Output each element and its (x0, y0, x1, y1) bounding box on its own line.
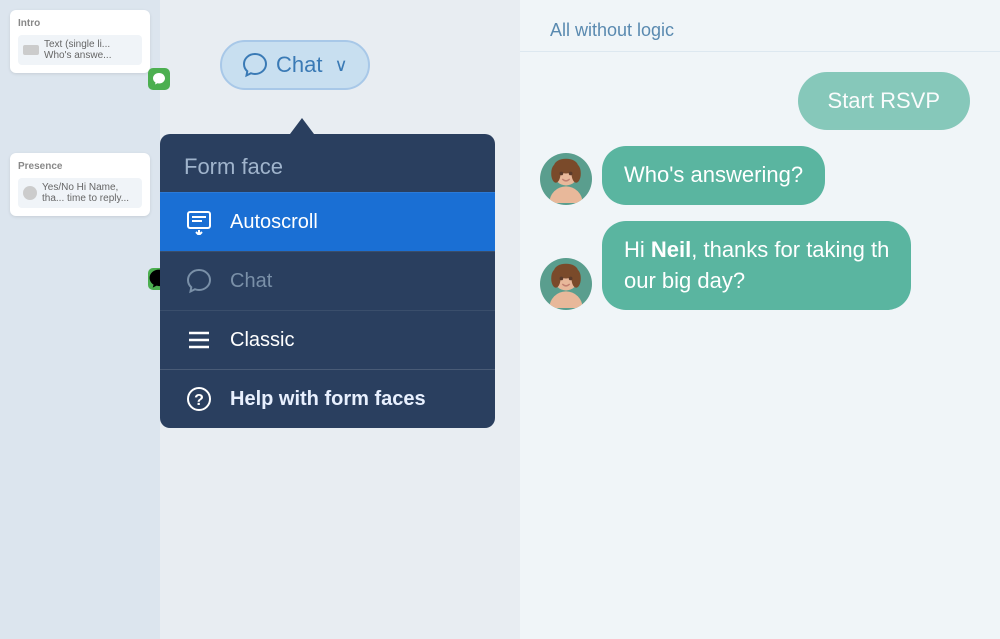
autoscroll-svg (186, 209, 212, 235)
chat-trigger-button[interactable]: Chat ∨ (220, 40, 370, 90)
form-card-intro: Intro Text (single li... Who's answe... (10, 10, 150, 73)
help-icon: ? (184, 384, 214, 414)
card-row-icon-presence (23, 186, 37, 200)
chat-header: All without logic (520, 0, 1000, 52)
card-row-presence: Yes/No Hi Name, tha... time to reply... (18, 178, 142, 208)
chat-trigger-label: Chat (276, 52, 322, 78)
dropdown-item-chat[interactable]: Chat (160, 251, 495, 310)
chat-message-1: Who's answering? (540, 146, 980, 205)
neil-text: Neil (651, 237, 691, 262)
chat-messages: Start RSVP (520, 52, 1000, 639)
autoscroll-icon (184, 207, 214, 237)
help-label: Help with form faces (230, 388, 426, 411)
card-row-icon-intro (23, 45, 39, 55)
dropdown-item-help[interactable]: ? Help with form faces (160, 369, 495, 428)
classic-icon (184, 325, 214, 355)
start-rsvp-button[interactable]: Start RSVP (798, 72, 970, 130)
dropdown-title: Form face (160, 134, 495, 192)
chat-area: All without logic Start RSVP (520, 0, 1000, 639)
chat-bubble-2: Hi Neil, thanks for taking thour big day… (602, 221, 911, 311)
card-row-text-intro: Text (single li... Who's answe... (44, 39, 137, 61)
avatar-1 (540, 153, 592, 205)
card-title-presence: Presence (18, 161, 142, 172)
card-row-text-presence: Yes/No Hi Name, tha... time to reply... (42, 182, 137, 204)
chat-trigger-chevron: ∨ (334, 55, 347, 76)
chat-menu-icon (184, 266, 214, 296)
avatar-2 (540, 258, 592, 310)
classic-label: Classic (230, 329, 294, 352)
chat-menu-svg (186, 268, 212, 294)
avatar-2-svg (542, 260, 590, 308)
classic-svg (186, 327, 212, 353)
chat-bubble-1: Who's answering? (602, 146, 825, 205)
chat-menu-label: Chat (230, 270, 272, 293)
card-row-intro: Text (single li... Who's answe... (18, 35, 142, 65)
card-title-intro: Intro (18, 18, 142, 29)
help-svg: ? (186, 386, 212, 412)
chat-message-2: Hi Neil, thanks for taking thour big day… (540, 221, 980, 311)
chat-node-icon-top (152, 72, 166, 86)
dropdown-menu: Form face Autoscroll Chat (160, 134, 495, 428)
dropdown-item-classic[interactable]: Classic (160, 310, 495, 369)
green-node-top[interactable] (148, 68, 170, 90)
chat-trigger-icon (242, 52, 268, 78)
autoscroll-label: Autoscroll (230, 211, 318, 234)
dropdown-pointer (290, 118, 314, 134)
dropdown-item-autoscroll[interactable]: Autoscroll (160, 192, 495, 251)
left-sidebar: Intro Text (single li... Who's answe... … (0, 0, 160, 639)
avatar-1-svg (542, 155, 590, 203)
svg-text:?: ? (194, 392, 204, 409)
form-card-presence: Presence Yes/No Hi Name, tha... time to … (10, 153, 150, 216)
